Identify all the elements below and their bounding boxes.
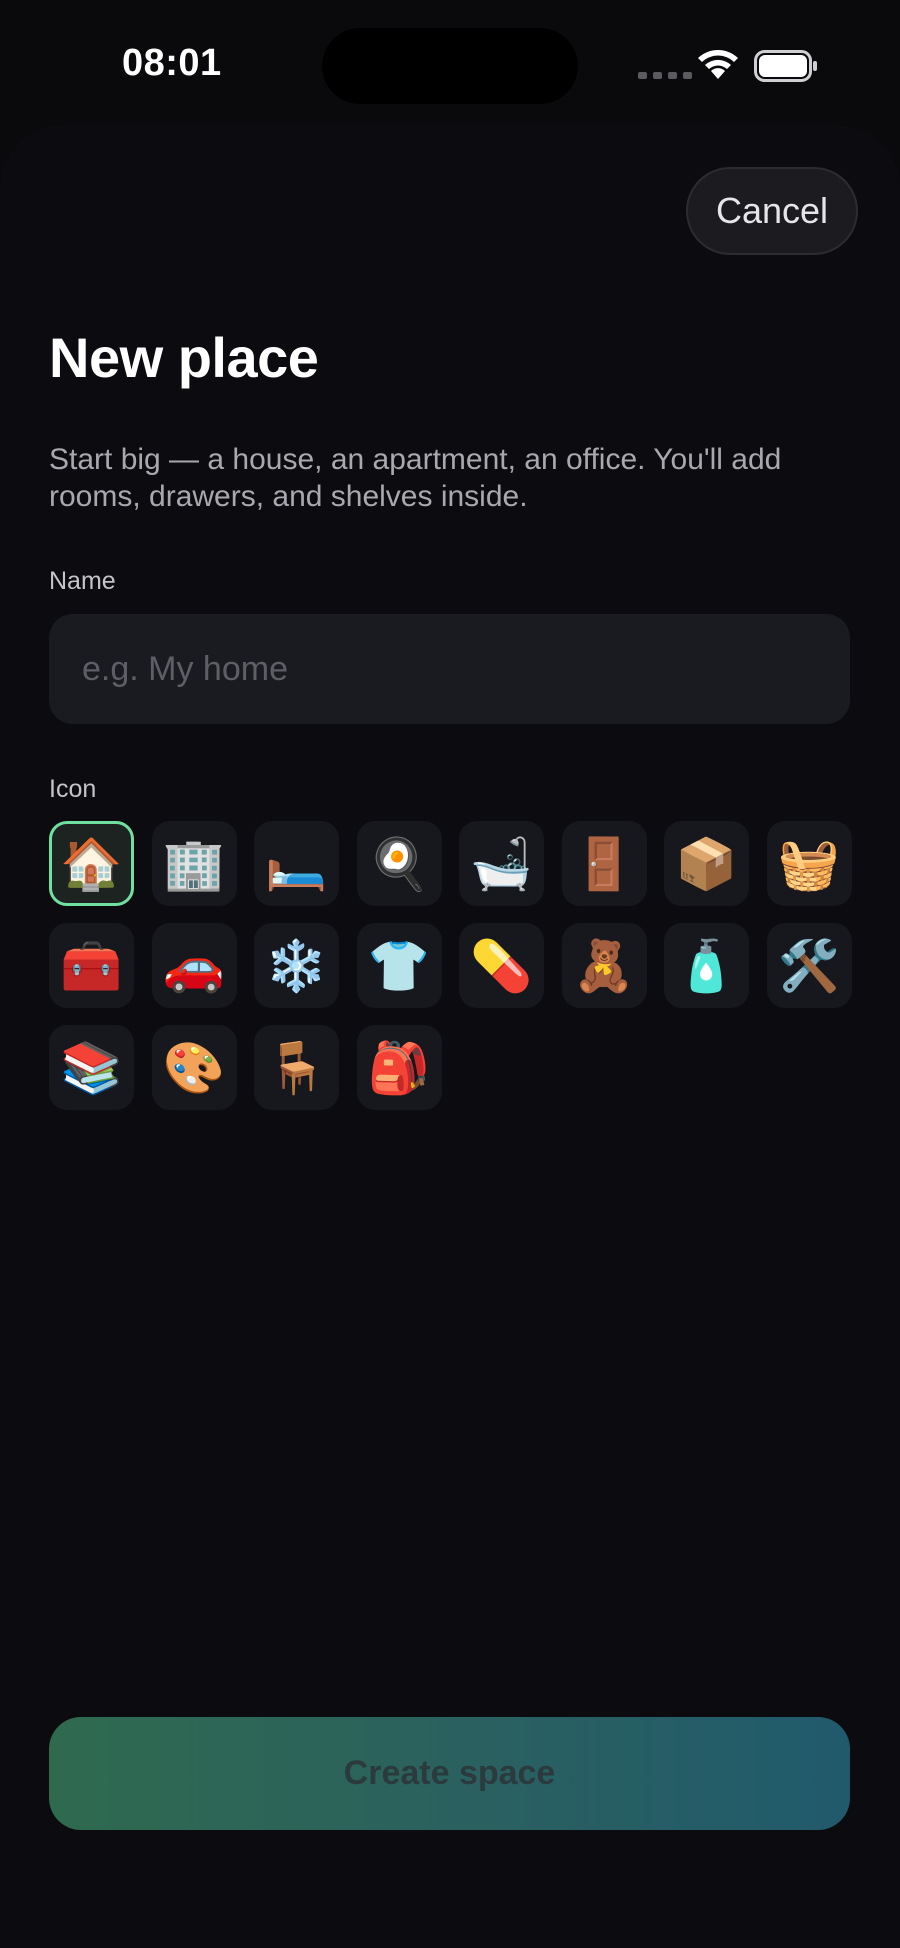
books-icon: 📚 (60, 1038, 123, 1097)
new-place-sheet: Cancel New place Start big — a house, an… (0, 125, 900, 1948)
name-label: Name (49, 567, 116, 595)
icon-option-bed-icon[interactable]: 🛏️ (254, 821, 339, 906)
shirt-icon: 👕 (367, 936, 431, 995)
cellular-signal-icon (638, 72, 692, 79)
icon-option-bathtub-icon[interactable]: 🛁 (459, 821, 544, 906)
door-icon: 🚪 (572, 834, 636, 893)
icon-option-shirt-icon[interactable]: 👕 (356, 923, 442, 1008)
frying-pan-icon: 🍳 (367, 834, 431, 893)
icon-option-teddy-bear-icon[interactable]: 🧸 (561, 923, 647, 1008)
status-time: 08:01 (122, 42, 222, 84)
icon-option-snowflake-icon[interactable]: ❄️ (254, 923, 339, 1008)
icon-option-toolbox-icon[interactable]: 🧰 (49, 923, 134, 1008)
package-icon: 📦 (675, 834, 738, 893)
icon-option-books-icon[interactable]: 📚 (49, 1025, 134, 1110)
icon-option-door-icon[interactable]: 🚪 (561, 821, 647, 906)
create-space-button[interactable]: Create space (49, 1717, 850, 1830)
bed-icon: 🛏️ (265, 834, 328, 893)
pill-icon: 💊 (470, 936, 533, 995)
icon-option-office-building-icon[interactable]: 🏢 (151, 821, 237, 906)
icon-option-pill-icon[interactable]: 💊 (459, 923, 544, 1008)
dynamic-island (322, 28, 578, 104)
lotion-bottle-icon: 🧴 (675, 936, 738, 995)
teddy-bear-icon: 🧸 (572, 936, 636, 995)
icon-option-house-icon[interactable]: 🏠 (49, 821, 134, 906)
car-icon: 🚗 (162, 936, 226, 995)
new-place-screen: 08:01 Cancel New place Start big — a hou… (0, 0, 900, 1948)
palette-icon: 🎨 (162, 1038, 226, 1097)
icon-option-chair-icon[interactable]: 🪑 (254, 1025, 339, 1110)
office-building-icon: 🏢 (162, 834, 226, 893)
backpack-icon: 🎒 (367, 1038, 431, 1097)
icon-label: Icon (49, 775, 97, 803)
bathtub-icon: 🛁 (470, 834, 533, 893)
toolbox-icon: 🧰 (60, 936, 123, 995)
battery-icon (754, 50, 817, 82)
chair-icon: 🪑 (265, 1038, 328, 1097)
page-description: Start big — a house, an apartment, an of… (49, 443, 782, 513)
icon-option-lotion-bottle-icon[interactable]: 🧴 (664, 923, 749, 1008)
page-title: New place (49, 326, 319, 389)
house-icon: 🏠 (60, 834, 123, 893)
status-bar: 08:01 (0, 0, 900, 125)
icon-picker-grid: 🏠 🏢 🛏️ 🍳 🛁 🚪 📦 🧺 🧰 🚗 ❄️ 👕 💊 🧸 🧴 🛠️ 📚 🎨 🪑 🎒 (49, 821, 852, 1110)
name-input[interactable] (49, 614, 850, 724)
basket-icon: 🧺 (777, 834, 841, 893)
snowflake-icon: ❄️ (265, 936, 328, 995)
icon-option-car-icon[interactable]: 🚗 (151, 923, 237, 1008)
icon-option-palette-icon[interactable]: 🎨 (151, 1025, 237, 1110)
icon-option-backpack-icon[interactable]: 🎒 (356, 1025, 442, 1110)
icon-option-package-icon[interactable]: 📦 (664, 821, 749, 906)
wifi-icon (698, 50, 738, 79)
icon-option-basket-icon[interactable]: 🧺 (766, 821, 852, 906)
icon-option-frying-pan-icon[interactable]: 🍳 (356, 821, 442, 906)
icon-option-hammer-wrench-icon[interactable]: 🛠️ (766, 923, 852, 1008)
cancel-button[interactable]: Cancel (686, 167, 858, 255)
hammer-wrench-icon: 🛠️ (777, 936, 841, 995)
